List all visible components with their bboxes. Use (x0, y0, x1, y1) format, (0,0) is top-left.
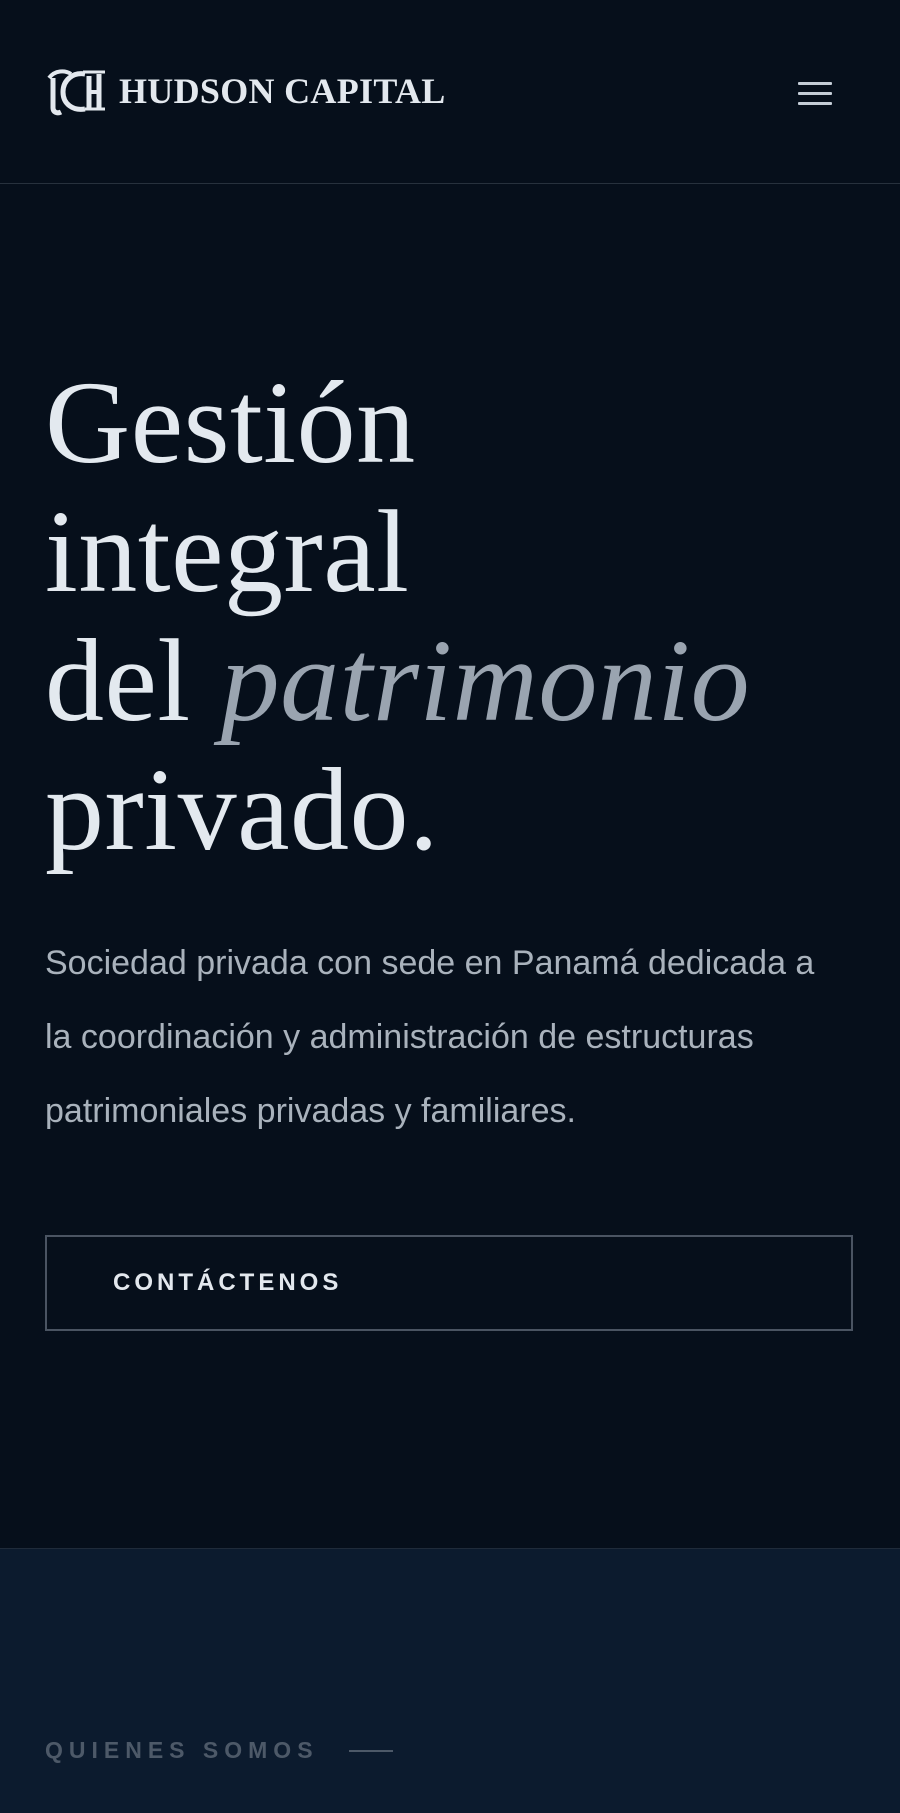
hamburger-menu-icon-bar (798, 92, 832, 95)
eyebrow-label: QUIENES SOMOS (45, 1737, 319, 1763)
hamburger-menu-icon-bar (798, 102, 832, 105)
hamburger-menu-icon (798, 82, 832, 85)
site-header: HUDSON CAPITAL (0, 0, 900, 184)
hero-title: Gestión integral del patrimonio privado. (45, 358, 750, 874)
about-section: QUIENES SOMOS (0, 1548, 900, 1813)
hero-title-line: integral (45, 486, 410, 617)
hero-title-line: del patrimonio (45, 616, 750, 745)
hero-title-line: Gestión (45, 357, 416, 488)
section-eyebrow: QUIENES SOMOS (45, 1737, 393, 1764)
hero-title-accent: patrimonio (220, 615, 751, 746)
eyebrow-divider (348, 1749, 393, 1752)
brand-monogram-icon (47, 69, 105, 116)
brand-logo-link[interactable]: HUDSON CAPITAL (45, 64, 446, 118)
hero-title-prefix: del (45, 615, 191, 746)
hero-title-line: privado. (45, 744, 439, 875)
hero-subtitle: Sociedad privada con sede en Panamá dedi… (45, 944, 815, 1130)
brand-name: HUDSON CAPITAL (119, 71, 446, 111)
menu-button[interactable] (790, 74, 840, 114)
contact-button[interactable]: CONTÁCTENOS (45, 1235, 853, 1331)
page: HUDSON CAPITAL Gestión integral del patr… (0, 0, 900, 1813)
